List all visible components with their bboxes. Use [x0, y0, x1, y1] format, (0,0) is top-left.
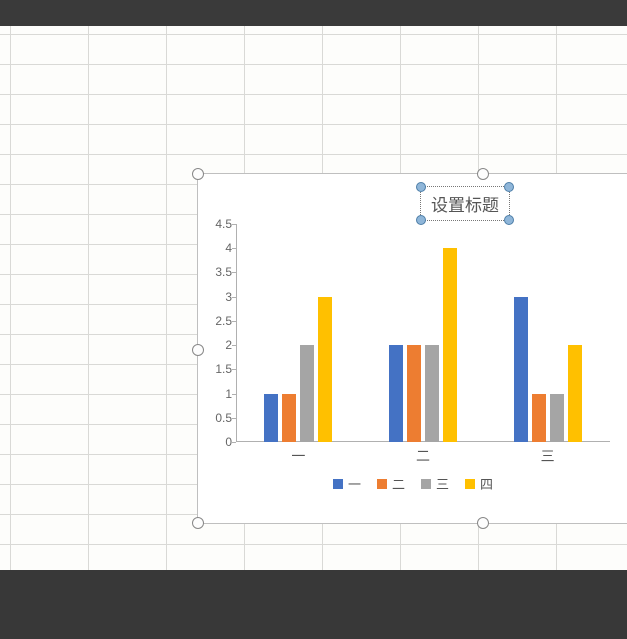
bar-三-二[interactable]	[425, 345, 439, 442]
bar-四-三[interactable]	[568, 345, 582, 442]
y-tick-label: 2	[202, 338, 232, 352]
y-tick-label: 0.5	[202, 411, 232, 425]
x-tick-label: 三	[541, 446, 555, 466]
bar-二-一[interactable]	[282, 394, 296, 442]
legend-item-二[interactable]: 二	[377, 474, 405, 493]
legend-swatch	[421, 479, 431, 489]
chart-title-text: 设置标题	[431, 196, 499, 215]
legend-label: 四	[480, 477, 493, 492]
y-tick-label: 4.5	[202, 217, 232, 231]
legend-swatch	[333, 479, 343, 489]
bar-四-一[interactable]	[318, 297, 332, 442]
resize-handle-nw[interactable]	[192, 168, 204, 180]
legend-label: 二	[392, 477, 405, 492]
legend-item-四[interactable]: 四	[465, 474, 493, 493]
legend-label: 三	[436, 477, 449, 492]
title-handle-nw[interactable]	[416, 182, 426, 192]
bar-二-二[interactable]	[407, 345, 421, 442]
resize-handle-s[interactable]	[477, 517, 489, 529]
y-tick-label: 1.5	[202, 362, 232, 376]
legend-item-三[interactable]: 三	[421, 474, 449, 493]
y-tick-label: 4	[202, 241, 232, 255]
bar-四-二[interactable]	[443, 248, 457, 442]
legend-item-一[interactable]: 一	[333, 474, 361, 493]
resize-handle-sw[interactable]	[192, 517, 204, 529]
bar-二-三[interactable]	[532, 394, 546, 442]
y-tick-label: 0	[202, 435, 232, 449]
app-bottombar	[0, 570, 627, 639]
app-viewport: 设置标题 00.511.522.533.544.5一二三 一二三四	[0, 0, 627, 639]
bar-一-三[interactable]	[514, 297, 528, 442]
legend-swatch	[465, 479, 475, 489]
bar-三-三[interactable]	[550, 394, 564, 442]
bar-一-一[interactable]	[264, 394, 278, 442]
x-tick-label: 一	[291, 446, 305, 466]
bar-三-一[interactable]	[300, 345, 314, 442]
title-handle-ne[interactable]	[504, 182, 514, 192]
chart-plot-area: 00.511.522.533.544.5一二三	[236, 224, 610, 442]
chart-title[interactable]: 设置标题	[420, 186, 510, 221]
y-tick-label: 1	[202, 387, 232, 401]
resize-handle-n[interactable]	[477, 168, 489, 180]
legend-label: 一	[348, 477, 361, 492]
x-tick-label: 二	[416, 446, 430, 466]
y-tick-label: 3	[202, 290, 232, 304]
y-tick-label: 3.5	[202, 265, 232, 279]
embedded-chart[interactable]: 设置标题 00.511.522.533.544.5一二三 一二三四	[197, 173, 627, 524]
app-topbar	[0, 0, 627, 26]
spreadsheet-area[interactable]: 设置标题 00.511.522.533.544.5一二三 一二三四	[0, 26, 627, 570]
y-axis	[236, 224, 237, 442]
y-tick-label: 2.5	[202, 314, 232, 328]
resize-handle-w[interactable]	[192, 344, 204, 356]
bar-一-二[interactable]	[389, 345, 403, 442]
chart-legend[interactable]: 一二三四	[198, 474, 627, 493]
legend-swatch	[377, 479, 387, 489]
